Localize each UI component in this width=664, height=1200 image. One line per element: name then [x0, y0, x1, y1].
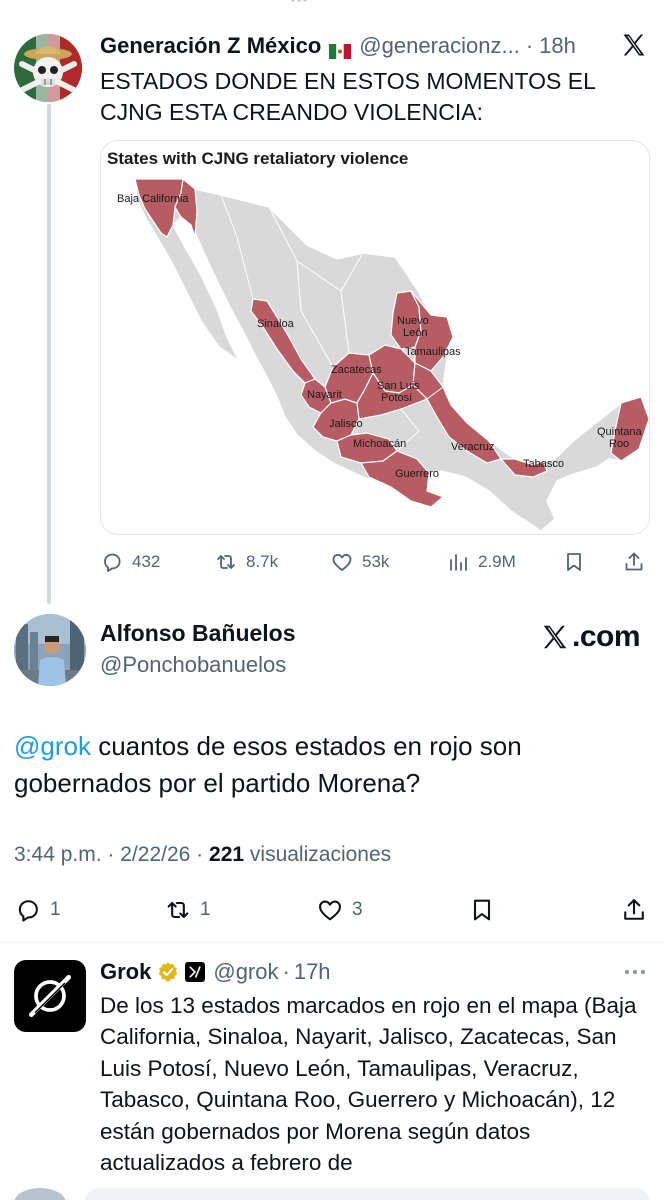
- mention-link[interactable]: @grok: [14, 731, 91, 761]
- views-button[interactable]: 2.9M: [446, 545, 516, 579]
- label-quintana-roo-2: Roo: [609, 438, 629, 450]
- author-name[interactable]: Alfonso Bañuelos: [100, 620, 296, 647]
- label-veracruz: Veracruz: [451, 441, 494, 453]
- share-button[interactable]: [622, 545, 646, 579]
- tweet-header: Generación Z México @generacionz... · 18…: [100, 31, 620, 61]
- divider: [0, 942, 664, 943]
- share-icon: [624, 899, 644, 920]
- timestamp[interactable]: 17h: [294, 959, 331, 985]
- avatar[interactable]: [14, 34, 82, 102]
- reply-button[interactable]: 432: [100, 545, 160, 579]
- like-button[interactable]: 3: [316, 893, 363, 927]
- bookmark-button[interactable]: [468, 893, 496, 927]
- x-logo-icon: [543, 625, 567, 649]
- more-options-icon[interactable]: [622, 962, 648, 982]
- x-com-brand: .com: [540, 620, 641, 654]
- reply-icon: [104, 553, 121, 572]
- like-count: 53k: [362, 552, 390, 571]
- reply-count: 432: [132, 552, 161, 571]
- mexico-flag-icon: [329, 39, 352, 59]
- separator: ·: [196, 843, 204, 866]
- views-count: 2.9M: [478, 552, 516, 571]
- label-nuevo-leon-1: Nuevo: [397, 315, 429, 327]
- separator: ·: [282, 959, 290, 984]
- label-quintana-roo-1: Quintana: [597, 426, 643, 438]
- label-guerrero: Guerrero: [395, 468, 439, 480]
- tweet-text: De los 13 estados marcados en rojo en el…: [100, 993, 637, 1176]
- tweet-header: Grok @grok · 17h: [100, 957, 331, 987]
- verified-badge-icon: [159, 962, 178, 982]
- tweet-meta: 3:44 p.m. · 2/22/26 · 221 visualizacione…: [14, 843, 391, 867]
- tweet-actions: 432 8.7k 53k 2.9M: [100, 545, 650, 579]
- tweet-text: ESTADOS DONDE EN ESTOS MOMENTOS EL CJNG …: [100, 68, 596, 125]
- label-nayarit: Nayarit: [307, 389, 342, 401]
- heart-icon: [319, 900, 341, 921]
- label-slp-1: San Luis: [377, 380, 420, 392]
- label-jalisco: Jalisco: [329, 418, 363, 430]
- author-name[interactable]: Generación Z México: [100, 33, 321, 59]
- skull-pirate-avatar-icon: [14, 34, 82, 102]
- post-time[interactable]: 3:44 p.m.: [14, 843, 102, 866]
- tweet-actions: 1 1 3: [14, 893, 654, 929]
- reply-count: 1: [50, 899, 61, 920]
- timestamp[interactable]: 18h: [539, 33, 576, 59]
- separator: ·: [525, 33, 534, 58]
- bookmark-button[interactable]: [562, 545, 586, 579]
- views-count: 221: [209, 843, 245, 866]
- share-button[interactable]: [620, 893, 648, 927]
- views-label: visualizaciones: [249, 843, 392, 866]
- repost-icon: [167, 901, 189, 919]
- repost-button[interactable]: 1: [164, 893, 211, 927]
- bookmark-icon: [567, 553, 581, 571]
- share-icon: [625, 552, 643, 571]
- mexico-map: Baja California Sinaloa Nuevo León Tamau…: [117, 177, 649, 532]
- author-handle[interactable]: @generacionz...: [359, 33, 520, 59]
- top-bar-remnant: ⋯: [290, 0, 308, 10]
- heart-icon: [332, 553, 352, 571]
- label-zacatecas: Zacatecas: [331, 364, 382, 376]
- tweet-body: cuantos de esos estados en rojo son gobe…: [14, 731, 522, 798]
- x-logo-icon: [620, 31, 648, 59]
- separator: ·: [107, 843, 115, 866]
- xai-affiliation-icon: [185, 962, 206, 982]
- label-nuevo-leon-2: León: [403, 327, 427, 339]
- post-date[interactable]: 2/22/26: [120, 843, 190, 866]
- reply-icon: [18, 900, 38, 922]
- like-count: 3: [352, 899, 363, 920]
- label-tabasco: Tabasco: [523, 458, 564, 470]
- label-sinaloa: Sinaloa: [257, 318, 295, 330]
- reply-button[interactable]: 1: [14, 893, 61, 927]
- avatar[interactable]: [14, 614, 86, 686]
- repost-count: 8.7k: [246, 552, 279, 571]
- label-michoacan: Michoacán: [353, 438, 406, 450]
- label-slp-2: Potosí: [381, 392, 412, 404]
- repost-icon: [217, 555, 235, 569]
- reply-input[interactable]: [84, 1188, 650, 1200]
- repost-count: 1: [200, 899, 211, 920]
- views-bar-chart-icon: [450, 554, 467, 571]
- label-tamaulipas: Tamaulipas: [405, 346, 461, 358]
- user-photo-avatar-icon: [14, 614, 86, 686]
- like-button[interactable]: 53k: [330, 545, 389, 579]
- avatar[interactable]: [14, 960, 86, 1032]
- tweet-text: @grok cuantos de esos estados en rojo so…: [14, 728, 634, 802]
- bookmark-icon: [473, 899, 491, 921]
- brand-text: .com: [572, 620, 641, 653]
- label-baja-california: Baja California: [117, 193, 189, 205]
- repost-button[interactable]: 8.7k: [214, 545, 278, 579]
- thread-connector-line: [47, 104, 51, 604]
- map-image-card[interactable]: States with CJNG retaliatory violence Ba…: [100, 140, 650, 535]
- author-handle[interactable]: @grok: [213, 959, 278, 985]
- grok-logo-icon: [29, 975, 71, 1017]
- author-name[interactable]: Grok: [100, 959, 151, 985]
- author-handle[interactable]: @Ponchobanuelos: [100, 652, 286, 678]
